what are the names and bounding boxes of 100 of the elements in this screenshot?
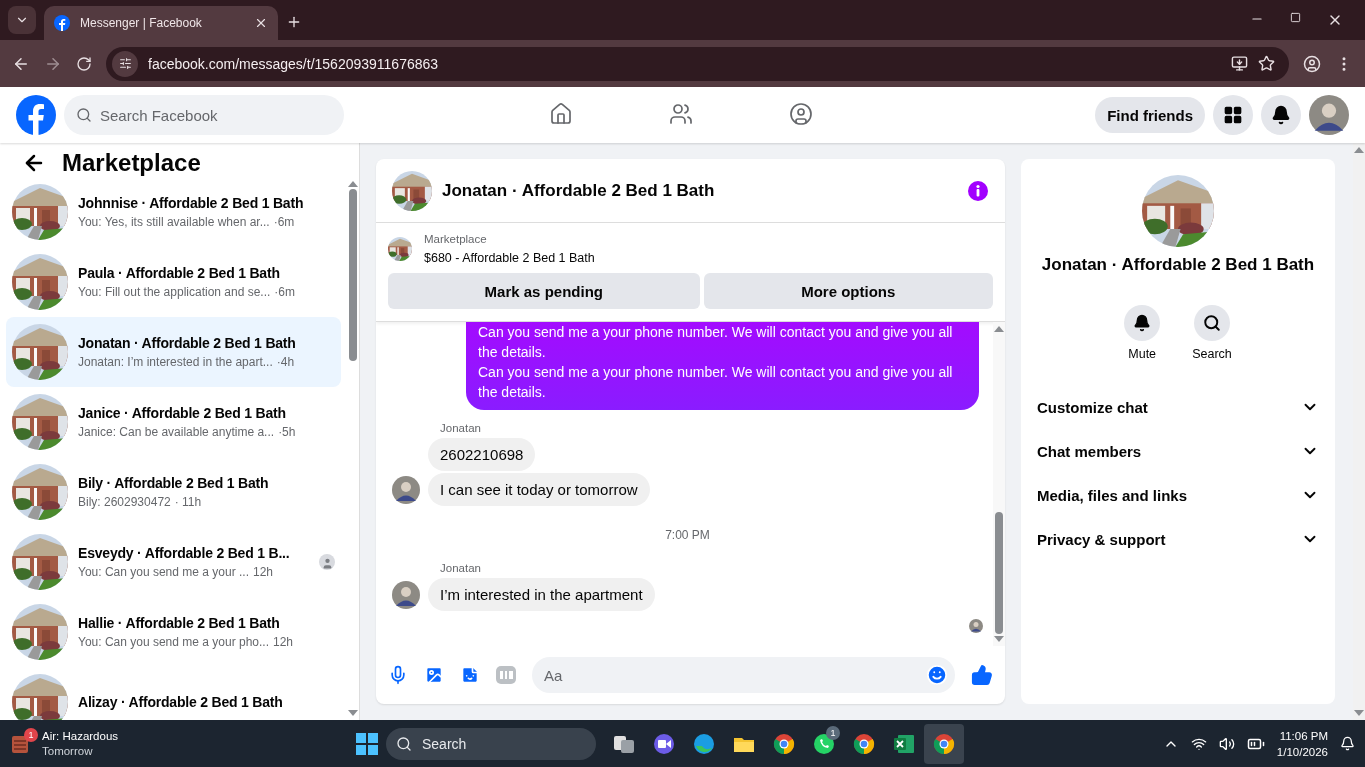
weather-title: Air: Hazardous [42,728,119,744]
scrollbar[interactable] [993,322,1005,646]
notification-badge: 1 [826,725,840,740]
info-section[interactable]: Privacy & support [1021,517,1335,561]
conversation-name: Paula · Affordable 2 Bed 1 Bath [78,265,281,281]
info-icon[interactable] [967,179,989,202]
conversation-item[interactable]: Janice · Affordable 2 Bed 1 Bath Janice: Can be available anytime a... ·5h [6,387,341,457]
received-message: I can see it today or tomorrow [428,473,650,506]
message-time: ·5h [278,425,296,439]
timestamp: 7:00 PM [665,528,710,542]
notifications-button[interactable] [1261,95,1301,135]
search-field[interactable]: Search Facebook [64,95,344,135]
bookmark-star-icon[interactable] [1258,55,1275,72]
photo-icon[interactable] [424,665,444,685]
microphone-icon[interactable] [388,665,408,685]
conversation-name: Janice · Affordable 2 Bed 1 Bath [78,405,287,421]
info-section[interactable]: Chat members [1021,429,1335,473]
message-preview: Bily: 2602930472 [78,495,171,509]
avatar-icon [969,619,983,633]
more-options-button[interactable]: More options [703,273,993,309]
conversation-item[interactable]: Jonatan · Affordable 2 Bed 1 Bath Jonatan: I’m interested in the apart... ·4h [6,317,341,387]
tab-list-button[interactable] [8,6,36,34]
video-camera-icon [652,731,676,756]
like-icon[interactable] [971,664,993,686]
maximize-icon[interactable] [1290,12,1301,23]
address-bar[interactable]: facebook.com/messages/t/1562093911676863 [106,46,1289,81]
chat-title: Jonatan · Affordable 2 Bed 1 Bath [442,180,716,201]
notification-badge: 1 [24,727,38,742]
chrome-icon [852,731,876,756]
received-message: I’m interested in the apartment [428,578,655,611]
conversation-item[interactable]: Hallie · Affordable 2 Bed 1 Bath You: Can you send me a your pho... 12h [6,597,341,667]
conversation-name: Hallie · Affordable 2 Bed 1 Bath [78,615,281,631]
facebook-logo[interactable] [16,95,56,135]
apps-grid-button[interactable] [1213,95,1253,135]
search-icon [1203,314,1221,332]
taskbar-app[interactable]: 1 [804,723,844,764]
mark-pending-button[interactable]: Mark as pending [388,273,700,309]
sender-name: Jonatan [440,422,482,434]
emoji-icon[interactable] [926,664,948,686]
profile-icon[interactable] [1303,54,1321,73]
sender-name: Jonatan [440,562,482,574]
conversation-name: Bily · Affordable 2 Bed 1 Bath [78,475,270,491]
browser-tab[interactable]: Messenger | Facebook [44,6,278,40]
conversation-item[interactable]: Paula · Affordable 2 Bed 1 Bath You: Fill out the application and se... ·6m [6,247,341,317]
page-scrollbar[interactable] [1353,143,1365,720]
grid-icon [1223,105,1243,125]
conversation-item[interactable]: Johnnise · Affordable 2 Bed 1 Bath You: Yes, its still available when ar... ·6m [6,177,341,247]
message-input[interactable]: Aa [532,657,955,693]
message-preview: You: Can you send me a your ... [78,565,249,579]
clock-time: 11:06 PM [1279,728,1328,744]
message-time: ·6m [273,215,295,229]
install-app-icon[interactable] [1231,55,1248,72]
message-time: ·4h [276,355,295,369]
info-section[interactable]: Customize chat [1021,385,1335,429]
message-preview: You: Can you send me a your pho... [78,635,269,649]
windows-logo-icon[interactable] [356,732,378,755]
sent-message: Can you send me a your phone number. We will contact you and give you all the details. Can you send me a your phone number. We will contact you and give you all the details. [466,322,979,410]
volume-icon[interactable] [1218,735,1235,752]
conversation-name: Johnnise · Affordable 2 Bed 1 Bath [78,195,305,211]
site-settings-icon[interactable] [112,50,138,77]
bell-icon [1133,314,1152,332]
message-preview: You: Yes, its still available when ar... [78,215,270,229]
message-time: · 11h [174,495,202,509]
message-preview: Janice: Can be available anytime a... [78,425,275,439]
chrome-icon [932,731,956,756]
sticker-icon[interactable] [460,665,480,685]
conversation-item[interactable]: Esveydy · Affordable 2 Bed 1 B... You: Can you send me a your ... 12h [6,527,341,597]
facebook-favicon [54,15,70,31]
avatar-icon [392,580,420,609]
conversation-name: Jonatan · Affordable 2 Bed 1 Bath [78,335,297,351]
reload-icon[interactable] [76,55,92,72]
bell-icon [1271,105,1291,125]
info-section[interactable]: Media, files and links [1021,473,1335,517]
message-time: 12h [253,565,274,579]
url-text: facebook.com/messages/t/1562093911676863 [148,55,440,72]
listing-label: Marketplace [424,233,488,245]
contact-name: Jonatan · Affordable 2 Bed 1 Bath [1041,255,1315,275]
avatar-icon [1309,95,1349,135]
message-preview: You: Fill out the application and se... [78,285,271,299]
close-tab-icon[interactable] [254,16,268,30]
listing-title: $680 - Affordable 2 Bed 1 Bath [424,251,595,265]
new-tab-icon[interactable] [286,14,302,30]
clock-date: 1/10/2026 [1276,744,1328,760]
message-time: ·6m [274,285,296,299]
notifications-icon[interactable] [1340,736,1355,751]
chrome-icon [772,731,796,756]
message-preview: Jonatan: I’m interested in the apart... [78,355,273,369]
taskbar-search[interactable]: Search [386,727,596,760]
avatar-icon [392,475,420,504]
message-time: 12h [273,635,294,649]
sidebar-title: Marketplace [62,149,201,177]
conversation-item[interactable]: Bily · Affordable 2 Bed 1 Bath Bily: 2602930472 · 11h [6,457,341,527]
tab-title: Messenger | Facebook [80,16,203,30]
search-icon [396,735,412,752]
received-message: 2602210698 [428,438,536,471]
conversation-name: Alizay · Affordable 2 Bed 1 Bath [78,694,284,710]
conversation-name: Esveydy · Affordable 2 Bed 1 B... [78,545,291,561]
find-friends-button[interactable]: Find friends [1095,97,1205,133]
taskbar-app[interactable] [924,723,964,764]
weather-subtitle: Tomorrow [42,743,94,759]
